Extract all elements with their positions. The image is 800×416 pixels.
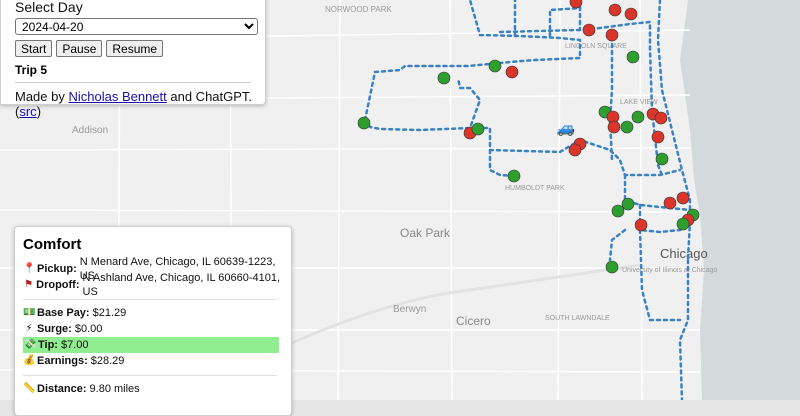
base-pay-value: $21.29 [92,307,127,319]
dropoff-marker [634,218,648,232]
dropoff-marker [505,65,519,79]
earnings-value: $28.29 [90,355,125,367]
base-pay-label: Base Pay: [37,307,90,319]
controls-panel: Select Day 2024-04-20 Start Pause Resume… [0,0,266,119]
pickup-marker [605,260,619,274]
pickup-marker [620,120,634,134]
resume-button[interactable]: Resume [106,40,164,57]
dropoff-marker [582,23,596,37]
dropoff-label: Dropoff: [36,279,80,291]
trip-indicator: Trip 5 [15,63,48,77]
map-label-oak-park: Oak Park [400,226,451,240]
map-label-lincoln-square: LINCOLN SQUARE [565,43,627,50]
credit-line: Made by Nicholas Bennett and ChatGPT. (s… [15,89,257,119]
earnings-label: Earnings: [37,355,88,367]
dropoff-marker [676,191,690,205]
pickup-marker [655,152,669,166]
surge-label: Surge: [37,323,72,335]
dropoff-marker [651,130,665,144]
tip-label: Tip: [38,339,58,351]
lightning-icon: ⚡ [25,323,33,334]
map-label-norwood-park: NORWOOD PARK [325,5,392,14]
tip-value: $7.00 [60,339,89,351]
map-label-cicero: Cicero [456,314,491,328]
dropoff-marker [624,7,638,21]
credit-prefix: Made by [15,89,69,104]
dropoff-value: N Ashland Ave, Chicago, IL 60660-4101, U… [82,272,281,298]
trip-info-panel: Comfort 📍 Pickup: N Menard Ave, Chicago, I… [14,226,292,416]
map-label-berwyn: Berwyn [393,304,426,315]
dropoff-marker [663,196,677,210]
base-pay-row: 💵 Base Pay: $21.29 [23,305,283,321]
pickup-marker [471,122,485,136]
money-icon: 💵 [23,307,36,318]
surge-value: $0.00 [74,323,103,335]
money-bag-icon: 💸 [24,339,37,350]
start-button[interactable]: Start [15,40,53,57]
distance-row: 📏 Distance: 9.80 miles [23,381,283,397]
flag-icon: ⚑ [24,279,34,290]
dropoff-marker [605,28,619,42]
pickup-marker [621,197,635,211]
day-select[interactable]: 2024-04-20 [15,18,258,35]
coins-icon: 💰 [23,355,36,366]
map-label-uic: University of Illinois at Chicago [622,267,717,274]
pickup-marker [488,59,502,73]
pickup-marker [437,71,451,85]
pickup-marker [357,116,371,130]
map-label-south-lawndale: SOUTH LAWNDALE [545,315,610,322]
pickup-marker [631,110,645,124]
pause-button[interactable]: Pause [56,40,103,57]
select-day-label: Select Day [15,0,83,15]
pickup-marker [626,50,640,64]
divider [23,375,277,376]
map-label-chicago: Chicago [660,246,708,261]
author-link[interactable]: Nicholas Bennett [68,89,166,104]
distance-value: 9.80 miles [89,383,140,395]
surge-row: ⚡ Surge: $0.00 [23,321,283,337]
playback-controls: Start Pause Resume [15,40,257,57]
earnings-row: 💰 Earnings: $28.29 [23,353,283,369]
dropoff-marker [568,143,582,157]
divider [15,82,251,83]
pin-icon: 📍 [23,263,36,274]
src-link[interactable]: src [19,104,36,119]
dropoff-row: ⚑ Dropoff: N Ashland Ave, Chicago, IL 6066… [23,272,283,298]
pickup-label: Pickup: [37,263,77,275]
map-label-humboldt-park: HUMBOLDT PARK [505,185,565,192]
distance-label: Distance: [37,383,87,395]
pickup-marker [676,217,690,231]
divider [23,299,277,300]
credit-suffix: ) [36,104,42,119]
tip-row: 💸 Tip: $7.00 [23,337,279,353]
pickup-marker [611,204,625,218]
dropoff-marker [654,111,668,125]
map-label-addison: Addison [72,125,108,136]
ruler-icon: 📏 [23,383,36,394]
pickup-marker [507,169,521,183]
dropoff-marker [608,3,622,17]
car-icon: 🚙 [557,120,576,137]
dropoff-marker [607,120,621,134]
ride-type-title: Comfort [23,236,82,253]
